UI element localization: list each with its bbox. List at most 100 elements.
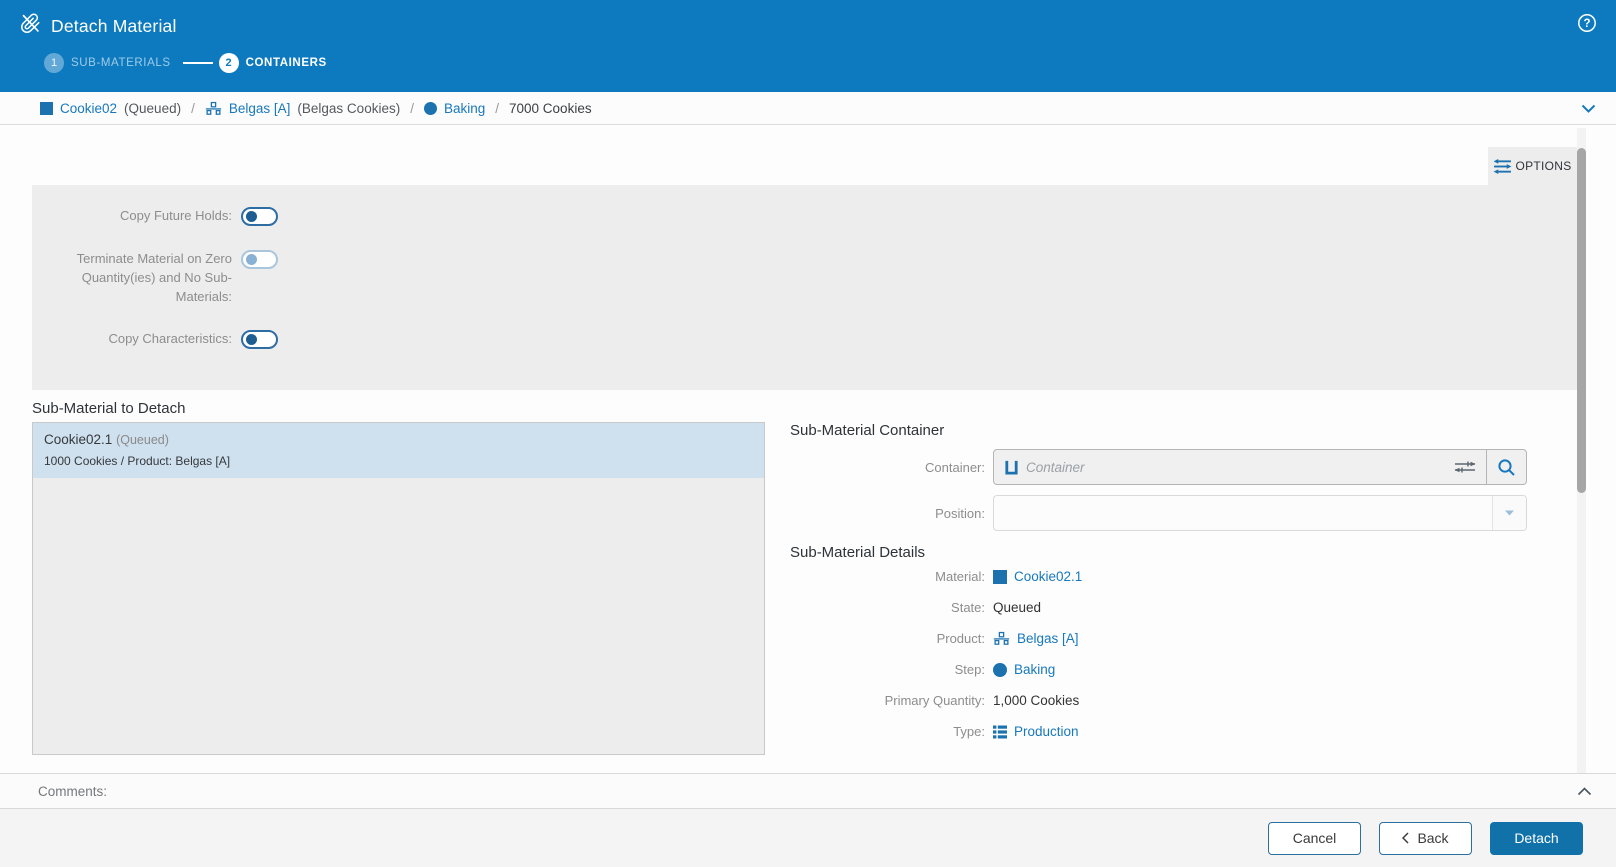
detail-row-product: Product: Belgas [A] [790, 623, 1527, 654]
type-icon [993, 725, 1007, 739]
chevron-up-icon[interactable] [1577, 787, 1592, 796]
container-icon [1004, 459, 1019, 475]
detail-label: Step: [790, 662, 985, 677]
list-item-name: Cookie02.1 [44, 432, 112, 447]
sub-material-container-section: Sub-Material Container Container: [790, 422, 1527, 747]
step-icon [424, 102, 437, 115]
detail-row-type: Type: Production [790, 716, 1527, 747]
breadcrumb-product-link[interactable]: Belgas [A] [229, 101, 291, 116]
vertical-scrollbar[interactable] [1577, 128, 1586, 773]
material-icon [40, 102, 53, 115]
position-chevron-icon[interactable] [1492, 496, 1526, 530]
position-value [994, 496, 1492, 530]
comments-label: Comments: [38, 784, 1577, 799]
breadcrumb-quantity: 7000 Cookies [509, 101, 592, 116]
container-input[interactable] [1026, 460, 1444, 475]
material-link[interactable]: Cookie02.1 [1014, 569, 1082, 584]
copy-future-holds-toggle[interactable] [241, 207, 278, 226]
toggle-knob [246, 334, 257, 345]
option-row-copy-future-holds: Copy Future Holds: [32, 206, 1577, 226]
breadcrumb-step-link[interactable]: Baking [444, 101, 485, 116]
container-picker [993, 449, 1527, 485]
list-item-state: (Queued) [116, 433, 169, 447]
options-icon [1493, 159, 1512, 174]
option-label: Copy Characteristics: [32, 329, 232, 348]
container-section-title: Sub-Material Container [790, 422, 1527, 439]
option-label: Terminate Material on Zero Quantity(ies)… [32, 249, 232, 306]
step-connector [183, 62, 213, 64]
option-label: Copy Future Holds: [32, 206, 232, 225]
detail-label: Type: [790, 724, 985, 739]
sub-material-list[interactable]: Cookie02.1 (Queued) 1000 Cookies / Produ… [32, 422, 765, 755]
option-row-copy-characteristics: Copy Characteristics: [32, 329, 1577, 349]
title-row: Detach Material [0, 0, 1616, 39]
container-label: Container: [790, 460, 985, 475]
step-icon [993, 663, 1007, 677]
svg-text:?: ? [1583, 18, 1590, 30]
breadcrumb-material-link[interactable]: Cookie02 [60, 101, 117, 116]
breadcrumb-product-desc: (Belgas Cookies) [297, 101, 400, 116]
page-title: Detach Material [51, 16, 177, 37]
terminate-material-toggle [241, 250, 278, 269]
product-icon [993, 631, 1010, 646]
detail-label: Material: [790, 569, 985, 584]
copy-characteristics-toggle[interactable] [241, 330, 278, 349]
cancel-button[interactable]: Cancel [1268, 822, 1361, 855]
toggle-knob [246, 254, 257, 265]
wizard-header: Detach Material ? 1 SUB-MATERIALS 2 CONT… [0, 0, 1616, 92]
position-row: Position: [790, 495, 1527, 531]
footer-actions: Cancel Back Detach [0, 809, 1616, 867]
breadcrumb-separator: / [191, 101, 195, 116]
list-item[interactable]: Cookie02.1 (Queued) 1000 Cookies / Produ… [33, 423, 764, 478]
step-2-label[interactable]: CONTAINERS [246, 57, 327, 69]
option-row-terminate-material: Terminate Material on Zero Quantity(ies)… [32, 249, 1577, 306]
position-label: Position: [790, 506, 985, 521]
scrollbar-thumb[interactable] [1577, 148, 1586, 493]
detail-row-primary-quantity: Primary Quantity: 1,000 Cookies [790, 685, 1527, 716]
step-link[interactable]: Baking [1014, 662, 1055, 677]
step-1-circle[interactable]: 1 [44, 53, 64, 73]
advanced-search-icon[interactable] [1454, 460, 1476, 474]
details-section-title: Sub-Material Details [790, 544, 1527, 561]
back-button[interactable]: Back [1379, 822, 1472, 855]
breadcrumb-material-state: (Queued) [124, 101, 181, 116]
toggle-knob [246, 211, 257, 222]
breadcrumb-quantity-text: 7000 Cookies [509, 101, 592, 116]
breadcrumb-separator: / [495, 101, 499, 116]
step-2-circle[interactable]: 2 [219, 53, 239, 73]
product-link[interactable]: Belgas [A] [1017, 631, 1079, 646]
wizard-steps: 1 SUB-MATERIALS 2 CONTAINERS [0, 53, 1616, 73]
help-icon[interactable]: ? [1577, 13, 1597, 33]
step-1-label[interactable]: SUB-MATERIALS [71, 57, 171, 69]
detail-label: Product: [790, 631, 985, 646]
product-icon [205, 101, 222, 116]
chevron-down-icon[interactable] [1581, 104, 1596, 113]
primary-quantity-value: 1,000 Cookies [993, 693, 1079, 708]
detail-label: Primary Quantity: [790, 693, 985, 708]
breadcrumb: Cookie02 (Queued) / Belgas [A] (Belgas C… [0, 92, 1616, 125]
detach-icon [20, 13, 41, 39]
detach-button[interactable]: Detach [1490, 822, 1583, 855]
options-tab-label: OPTIONS [1515, 159, 1571, 173]
search-icon[interactable] [1486, 450, 1526, 484]
detail-row-state: State: Queued [790, 592, 1527, 623]
container-row: Container: [790, 449, 1527, 485]
breadcrumb-step: Baking [424, 101, 485, 116]
breadcrumb-product: Belgas [A] (Belgas Cookies) [205, 101, 400, 116]
options-panel: Copy Future Holds: Terminate Material on… [32, 185, 1577, 390]
tab-options[interactable]: OPTIONS [1488, 147, 1577, 185]
back-button-label: Back [1417, 830, 1448, 846]
detail-row-step: Step: Baking [790, 654, 1527, 685]
type-link[interactable]: Production [1014, 724, 1079, 739]
state-value: Queued [993, 600, 1041, 615]
wizard-content: OPTIONS Copy Future Holds: Terminate Mat… [0, 125, 1616, 773]
list-item-detail: 1000 Cookies / Product: Belgas [A] [44, 454, 753, 468]
comments-bar[interactable]: Comments: [0, 773, 1616, 809]
material-icon [993, 570, 1007, 584]
detail-row-material: Material: Cookie02.1 [790, 561, 1527, 592]
position-select[interactable] [993, 495, 1527, 531]
detail-label: State: [790, 600, 985, 615]
breadcrumb-separator: / [410, 101, 414, 116]
sub-material-list-title: Sub-Material to Detach [32, 400, 765, 417]
breadcrumb-material: Cookie02 (Queued) [40, 101, 181, 116]
